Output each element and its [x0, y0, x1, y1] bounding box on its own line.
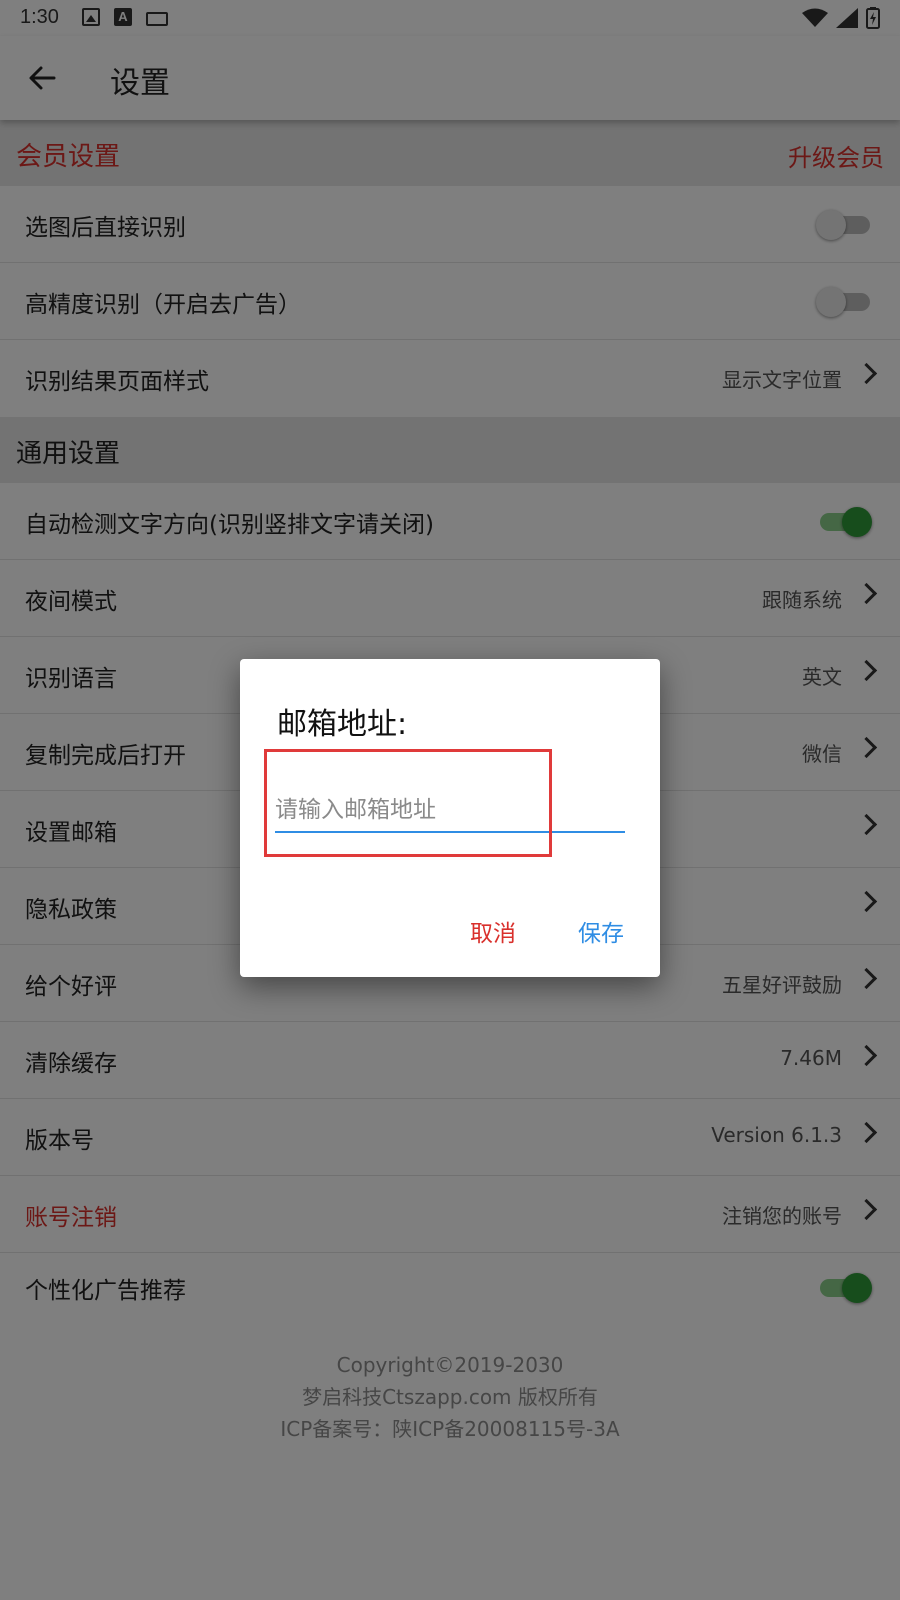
email-input[interactable]	[275, 789, 625, 833]
email-dialog: 邮箱地址: 取消 保存	[240, 659, 660, 977]
save-button[interactable]: 保存	[578, 914, 624, 948]
settings-screen: 1:30 A 设置 会员设置 升级会员 选图后直接识别	[0, 0, 900, 1600]
cancel-button[interactable]: 取消	[470, 914, 516, 948]
dialog-title: 邮箱地址:	[277, 707, 408, 742]
